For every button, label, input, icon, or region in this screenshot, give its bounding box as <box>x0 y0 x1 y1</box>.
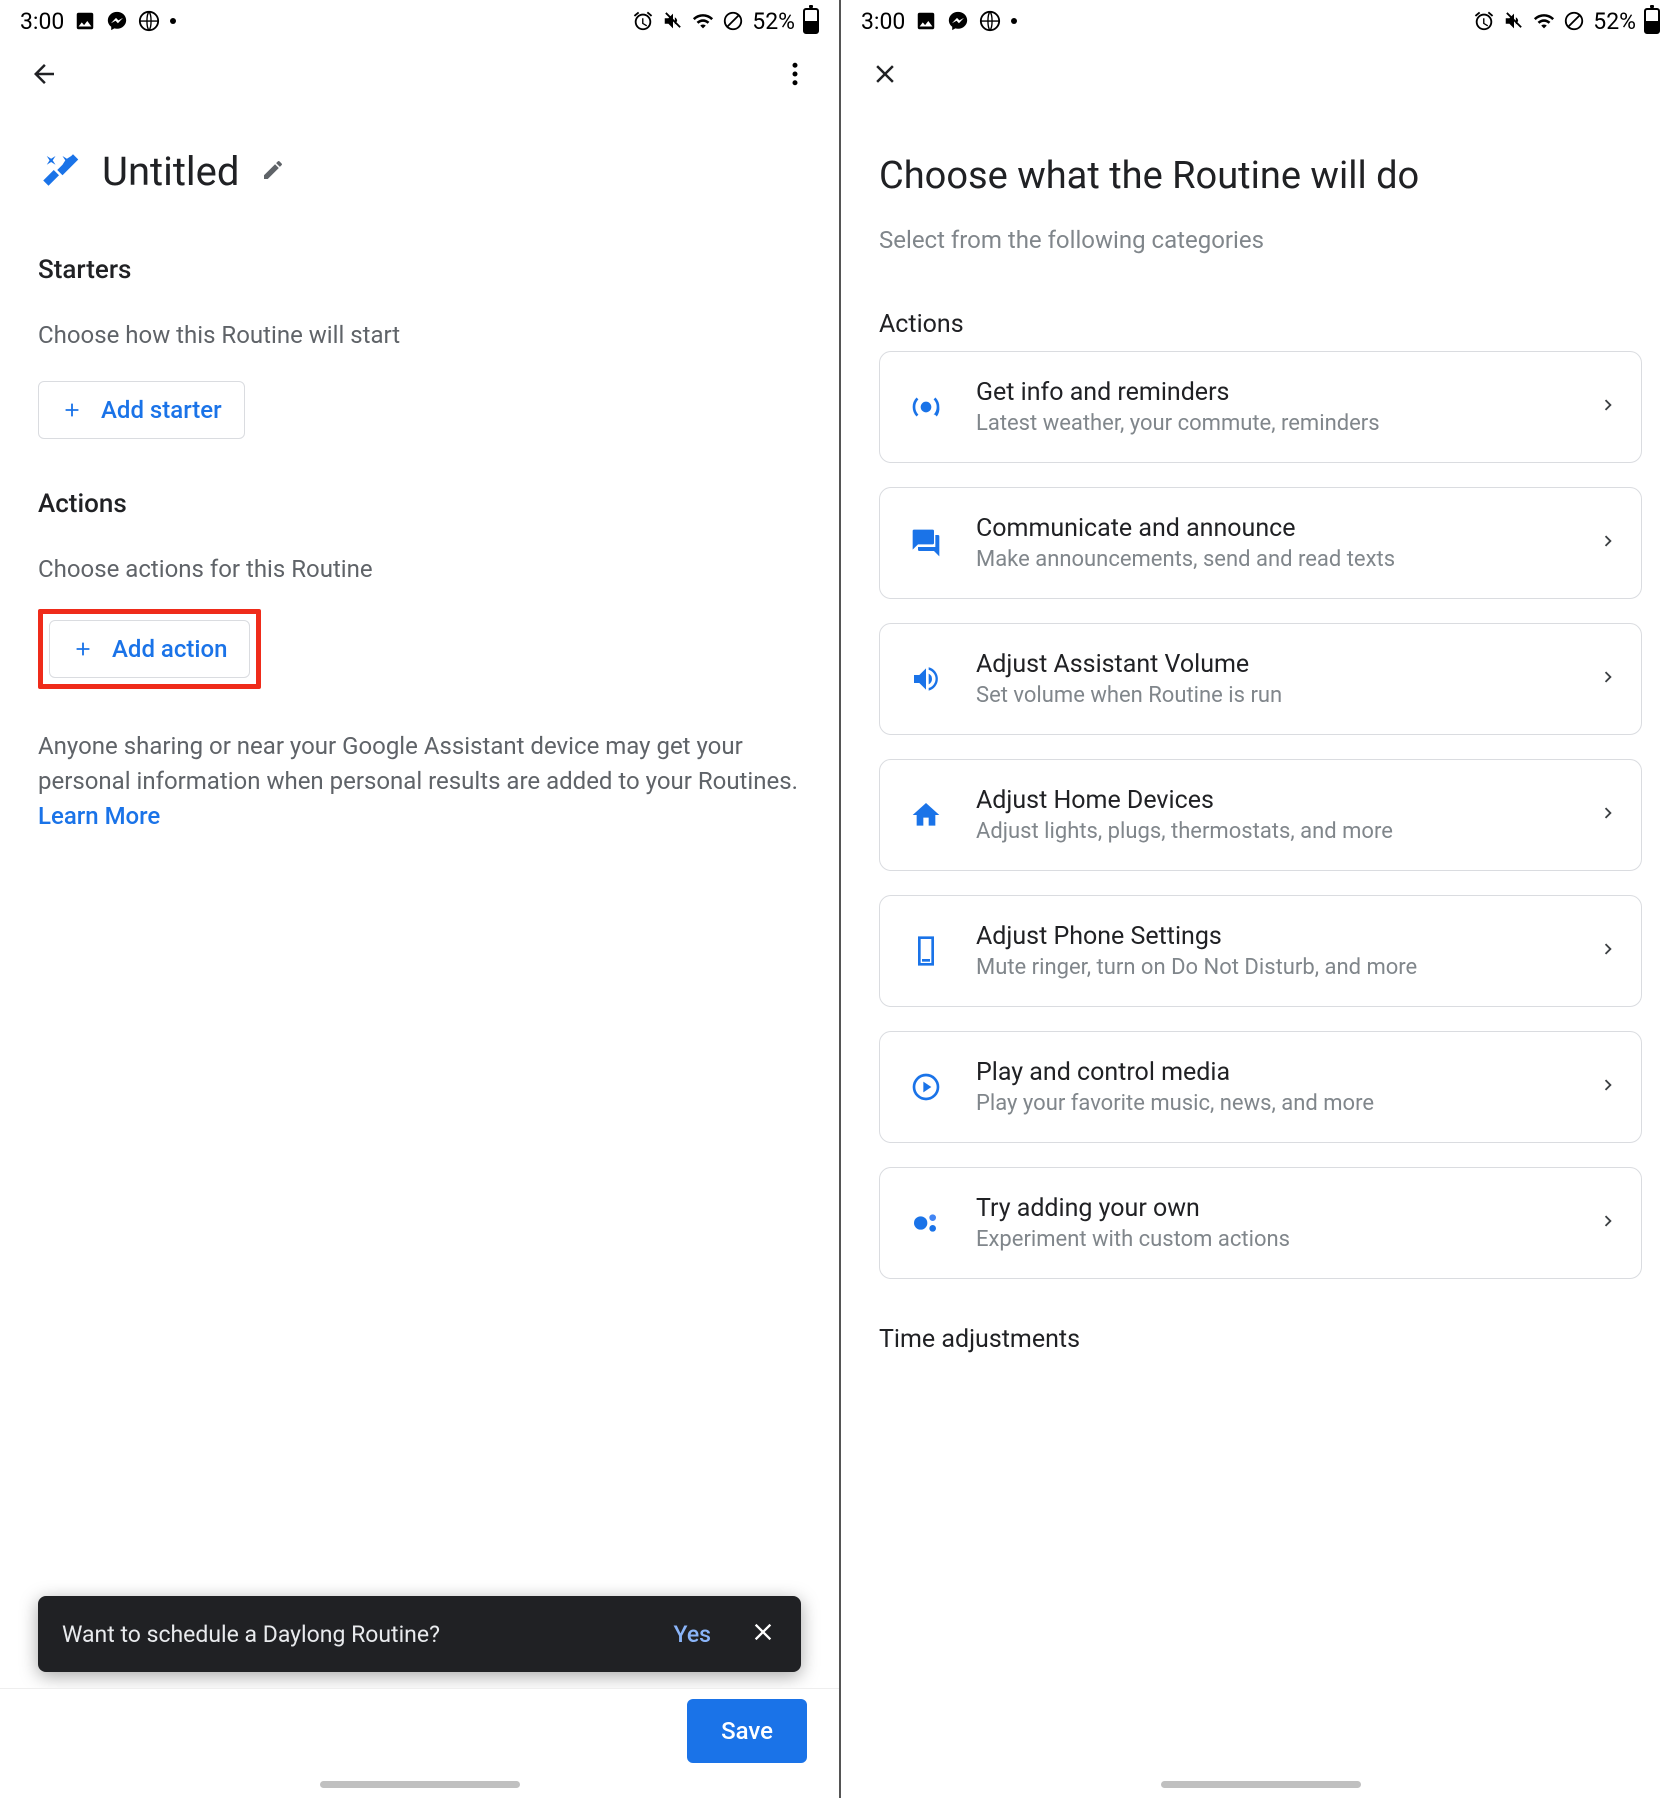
card-subtitle: Play your favorite music, news, and more <box>976 1091 1571 1116</box>
card-subtitle: Experiment with custom actions <box>976 1227 1571 1252</box>
more-notifications-dot <box>1011 18 1017 24</box>
card-subtitle: Mute ringer, turn on Do Not Disturb, and… <box>976 955 1571 980</box>
add-starter-button[interactable]: Add starter <box>38 381 245 439</box>
card-custom-action[interactable]: Try adding your own Experiment with custo… <box>879 1167 1642 1279</box>
card-subtitle: Make announcements, send and read texts <box>976 547 1571 572</box>
card-title: Adjust Phone Settings <box>976 922 1571 951</box>
phone-settings-icon <box>902 935 950 967</box>
assistant-volume-icon <box>902 663 950 695</box>
snackbar-close-icon[interactable] <box>749 1618 777 1650</box>
card-title: Adjust Home Devices <box>976 786 1571 815</box>
more-icon[interactable] <box>779 58 811 90</box>
messenger-icon <box>106 10 128 32</box>
wand-icon <box>38 149 80 195</box>
battery-icon <box>803 8 819 34</box>
right-screen: 3:00 52% Choose what the Routine will do… <box>841 0 1680 1798</box>
communicate-icon <box>902 527 950 559</box>
card-info-reminders[interactable]: Get info and reminders Latest weather, yo… <box>879 351 1642 463</box>
page-title: Choose what the Routine will do <box>879 154 1642 198</box>
add-action-label: Add action <box>112 635 227 663</box>
custom-action-icon <box>902 1207 950 1239</box>
sports-icon <box>979 10 1001 32</box>
status-time: 3:00 <box>861 8 905 35</box>
wifi-icon <box>692 10 714 32</box>
card-subtitle: Adjust lights, plugs, thermostats, and m… <box>976 819 1571 844</box>
alarm-icon <box>1473 10 1495 32</box>
routine-title: Untitled <box>102 148 239 195</box>
card-home-devices[interactable]: Adjust Home Devices Adjust lights, plugs,… <box>879 759 1642 871</box>
photo-icon <box>74 10 96 32</box>
add-starter-label: Add starter <box>101 396 222 424</box>
card-title: Adjust Assistant Volume <box>976 650 1571 679</box>
battery-percent: 52% <box>752 8 795 35</box>
actions-heading: Actions <box>38 489 801 519</box>
toolbar <box>0 42 839 106</box>
back-icon[interactable] <box>28 58 60 90</box>
save-button[interactable]: Save <box>687 1699 807 1763</box>
battery-percent: 52% <box>1593 8 1636 35</box>
learn-more-link[interactable]: Learn More <box>38 802 160 830</box>
card-assistant-volume[interactable]: Adjust Assistant Volume Set volume when R… <box>879 623 1642 735</box>
status-bar: 3:00 52% <box>0 0 839 42</box>
wifi-icon <box>1533 10 1555 32</box>
mute-icon <box>662 10 684 32</box>
chevron-right-icon <box>1597 530 1619 556</box>
card-title: Play and control media <box>976 1058 1571 1087</box>
card-title: Get info and reminders <box>976 378 1571 407</box>
chevron-right-icon <box>1597 1210 1619 1236</box>
chevron-right-icon <box>1597 666 1619 692</box>
chevron-right-icon <box>1597 394 1619 420</box>
actions-subtitle: Choose actions for this Routine <box>38 555 801 583</box>
card-subtitle: Set volume when Routine is run <box>976 683 1571 708</box>
alarm-icon <box>632 10 654 32</box>
edit-icon[interactable] <box>261 158 285 186</box>
info-reminders-icon <box>902 391 950 423</box>
gesture-bar <box>1161 1781 1361 1788</box>
battery-icon <box>1644 8 1660 34</box>
mute-icon <box>1503 10 1525 32</box>
page-subtitle: Select from the following categories <box>879 226 1642 254</box>
chevron-right-icon <box>1597 1074 1619 1100</box>
dnd-icon <box>722 10 744 32</box>
time-adjustments-heading: Time adjustments <box>841 1279 1680 1354</box>
starters-heading: Starters <box>38 255 801 285</box>
status-time: 3:00 <box>20 8 64 35</box>
close-icon[interactable] <box>869 58 901 90</box>
more-notifications-dot <box>170 18 176 24</box>
snackbar: Want to schedule a Daylong Routine? Yes <box>38 1596 801 1672</box>
card-phone-settings[interactable]: Adjust Phone Settings Mute ringer, turn o… <box>879 895 1642 1007</box>
card-title: Communicate and announce <box>976 514 1571 543</box>
sports-icon <box>138 10 160 32</box>
card-subtitle: Latest weather, your commute, reminders <box>976 411 1571 436</box>
dnd-icon <box>1563 10 1585 32</box>
snackbar-message: Want to schedule a Daylong Routine? <box>62 1621 440 1648</box>
card-play-media[interactable]: Play and control media Play your favorite… <box>879 1031 1642 1143</box>
left-screen: 3:00 52% Untitled Starters Choose how th… <box>0 0 839 1798</box>
gesture-bar <box>320 1781 520 1788</box>
status-bar: 3:00 52% <box>841 0 1680 42</box>
snackbar-yes-button[interactable]: Yes <box>674 1621 711 1648</box>
chevron-right-icon <box>1597 938 1619 964</box>
photo-icon <box>915 10 937 32</box>
card-communicate[interactable]: Communicate and announce Make announcemen… <box>879 487 1642 599</box>
home-devices-icon <box>902 799 950 831</box>
messenger-icon <box>947 10 969 32</box>
chevron-right-icon <box>1597 802 1619 828</box>
disclaimer: Anyone sharing or near your Google Assis… <box>38 729 801 833</box>
card-title: Try adding your own <box>976 1194 1571 1223</box>
toolbar <box>841 42 1680 106</box>
add-action-highlight: Add action <box>38 609 261 689</box>
starters-subtitle: Choose how this Routine will start <box>38 321 801 349</box>
add-action-button[interactable]: Add action <box>49 620 250 678</box>
actions-section-heading: Actions <box>841 264 1680 351</box>
play-media-icon <box>902 1071 950 1103</box>
